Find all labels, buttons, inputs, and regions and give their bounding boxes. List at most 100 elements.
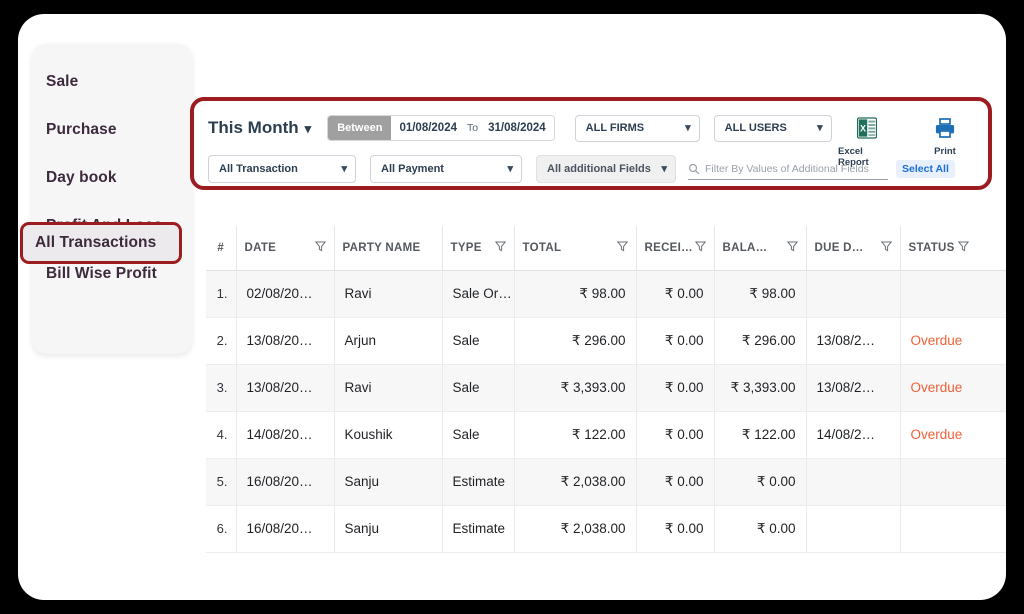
table-row[interactable]: 4. 14/08/20… Koushik Sale ₹ 122.00 ₹ 0.00 ₹ 12…	[206, 411, 1006, 459]
filter-icon[interactable]	[694, 241, 706, 255]
cell-status: Overdue	[900, 364, 1006, 412]
filter-icon[interactable]	[880, 241, 892, 255]
cell-idx: 5.	[206, 458, 237, 506]
cell-balance: ₹ 296.00	[714, 317, 807, 365]
cell-idx: 3.	[206, 364, 237, 412]
filter-row-secondary: All Transaction ▾ All Payment ▾ All addi…	[208, 154, 984, 184]
excel-file-icon: X	[856, 117, 878, 144]
column-header-label: DATE	[244, 241, 277, 254]
cell-type: Estimate	[442, 505, 515, 553]
additional-fields-dropdown[interactable]: All additional Fields ▾	[536, 155, 676, 183]
column-header-label: DUE D…	[814, 241, 864, 254]
column-header-status[interactable]: STATUS	[900, 226, 1006, 271]
column-header-label: #	[217, 241, 225, 254]
table-row[interactable]: 1. 02/08/20… Ravi Sale Or… ₹ 98.00 ₹ 0.00 ₹ 98…	[206, 270, 1006, 318]
column-header-date[interactable]: DATE	[236, 226, 335, 271]
table-row[interactable]: 3. 13/08/20… Ravi Sale ₹ 3,393.00 ₹ 0.00 ₹ 3,3…	[206, 364, 1006, 412]
cell-type: Sale	[442, 317, 515, 365]
chevron-down-icon: ▾	[304, 120, 312, 136]
users-dropdown[interactable]: ALL USERS ▾	[713, 114, 832, 142]
cell-party: Sanju	[334, 505, 443, 553]
between-button[interactable]: Between	[328, 116, 392, 140]
cell-date: 16/08/20…	[236, 458, 335, 506]
column-header-label: TYPE	[450, 241, 482, 254]
sidebar-item-label: All Transactions	[35, 234, 157, 251]
filter-icon[interactable]	[616, 241, 628, 255]
app-card: SalePurchaseDay bookAll TransactionsProf…	[18, 14, 1006, 600]
cell-date: 13/08/20…	[236, 364, 335, 412]
sidebar-item-day-book[interactable]: Day book	[32, 154, 192, 202]
sidebar-item-label: Sale	[46, 73, 79, 90]
column-header-idx[interactable]: #	[206, 226, 237, 271]
cell-type: Sale Or…	[442, 270, 515, 318]
cell-idx: 4.	[206, 411, 237, 459]
cell-idx: 2.	[206, 317, 237, 365]
sidebar-item-all-transactions[interactable]: All Transactions	[20, 222, 182, 264]
column-header-balance[interactable]: BALA…	[714, 226, 807, 271]
period-label: This Month	[208, 118, 299, 137]
cell-type: Sale	[442, 411, 515, 459]
cell-duedate	[806, 458, 901, 506]
sidebar: SalePurchaseDay bookAll TransactionsProf…	[20, 44, 192, 354]
transactions-table-container: # DATE PARTY NAME TYPE TOTAL RECEI… BALA… DUE D…	[206, 226, 1006, 553]
table-row[interactable]: 5. 16/08/20… Sanju Estimate ₹ 2,038.00 ₹ 0.00…	[206, 458, 1006, 506]
filter-icon[interactable]	[314, 241, 326, 255]
cell-date: 14/08/20…	[236, 411, 335, 459]
cell-receive: ₹ 0.00	[636, 317, 715, 365]
filter-row-primary: This Month ▾ Between 01/08/2024 To 31/08…	[208, 111, 984, 168]
cell-status	[900, 505, 1006, 553]
sidebar-item-sale[interactable]: Sale	[32, 58, 192, 106]
transactions-table: # DATE PARTY NAME TYPE TOTAL RECEI… BALA… DUE D…	[206, 226, 1006, 553]
cell-total: ₹ 296.00	[514, 317, 637, 365]
cell-duedate: 14/08/2…	[806, 411, 901, 459]
chevron-down-icon: ▾	[341, 162, 347, 175]
additional-fields-search[interactable]	[688, 158, 888, 180]
transaction-type-dropdown[interactable]: All Transaction ▾	[208, 155, 356, 183]
cell-total: ₹ 2,038.00	[514, 458, 637, 506]
column-header-duedate[interactable]: DUE D…	[806, 226, 901, 271]
sidebar-item-purchase[interactable]: Purchase	[32, 106, 192, 154]
payment-type-label: All Payment	[381, 163, 444, 175]
column-header-type[interactable]: TYPE	[442, 226, 515, 271]
column-header-label: STATUS	[908, 241, 955, 254]
cell-total: ₹ 2,038.00	[514, 505, 637, 553]
column-header-party[interactable]: PARTY NAME	[334, 226, 443, 271]
select-all-button[interactable]: Select All	[896, 160, 955, 178]
date-range-control[interactable]: Between 01/08/2024 To 31/08/2024	[327, 115, 555, 141]
date-from-field[interactable]: 01/08/2024	[391, 122, 465, 134]
table-row[interactable]: 2. 13/08/20… Arjun Sale ₹ 296.00 ₹ 0.00 ₹ 296.…	[206, 317, 1006, 365]
search-input[interactable]	[705, 162, 885, 175]
cell-party: Arjun	[334, 317, 443, 365]
chevron-down-icon: ▾	[661, 162, 667, 175]
cell-total: ₹ 3,393.00	[514, 364, 637, 412]
cell-type: Sale	[442, 364, 515, 412]
table-row[interactable]: 6. 16/08/20… Sanju Estimate ₹ 2,038.00 ₹ 0.00…	[206, 505, 1006, 553]
table-header-row: # DATE PARTY NAME TYPE TOTAL RECEI… BALA… DUE D…	[206, 226, 1006, 271]
firms-dropdown[interactable]: ALL FIRMS ▾	[574, 114, 700, 142]
cell-duedate: 13/08/2…	[806, 364, 901, 412]
cell-idx: 1.	[206, 270, 237, 318]
cell-receive: ₹ 0.00	[636, 270, 715, 318]
cell-date: 16/08/20…	[236, 505, 335, 553]
column-header-receive[interactable]: RECEI…	[636, 226, 715, 271]
column-header-total[interactable]: TOTAL	[514, 226, 637, 271]
transaction-type-label: All Transaction	[219, 163, 298, 175]
payment-type-dropdown[interactable]: All Payment ▾	[370, 155, 522, 183]
period-dropdown[interactable]: This Month ▾	[208, 118, 311, 138]
cell-receive: ₹ 0.00	[636, 505, 715, 553]
filter-icon[interactable]	[494, 241, 506, 255]
cell-total: ₹ 122.00	[514, 411, 637, 459]
filter-icon[interactable]	[786, 241, 798, 255]
cell-status: Overdue	[900, 411, 1006, 459]
table-header: # DATE PARTY NAME TYPE TOTAL RECEI… BALA… DUE D…	[206, 226, 1006, 271]
chevron-down-icon: ▾	[685, 121, 691, 134]
date-to-field[interactable]: 31/08/2024	[480, 122, 554, 134]
cell-status: Overdue	[900, 317, 1006, 365]
cell-party: Koushik	[334, 411, 443, 459]
filter-icon[interactable]	[957, 241, 969, 255]
column-header-label: BALA…	[722, 241, 768, 254]
column-header-label: TOTAL	[522, 241, 562, 254]
chevron-down-icon: ▾	[817, 121, 823, 134]
cell-balance: ₹ 0.00	[714, 505, 807, 553]
additional-fields-label: All additional Fields	[547, 163, 651, 175]
